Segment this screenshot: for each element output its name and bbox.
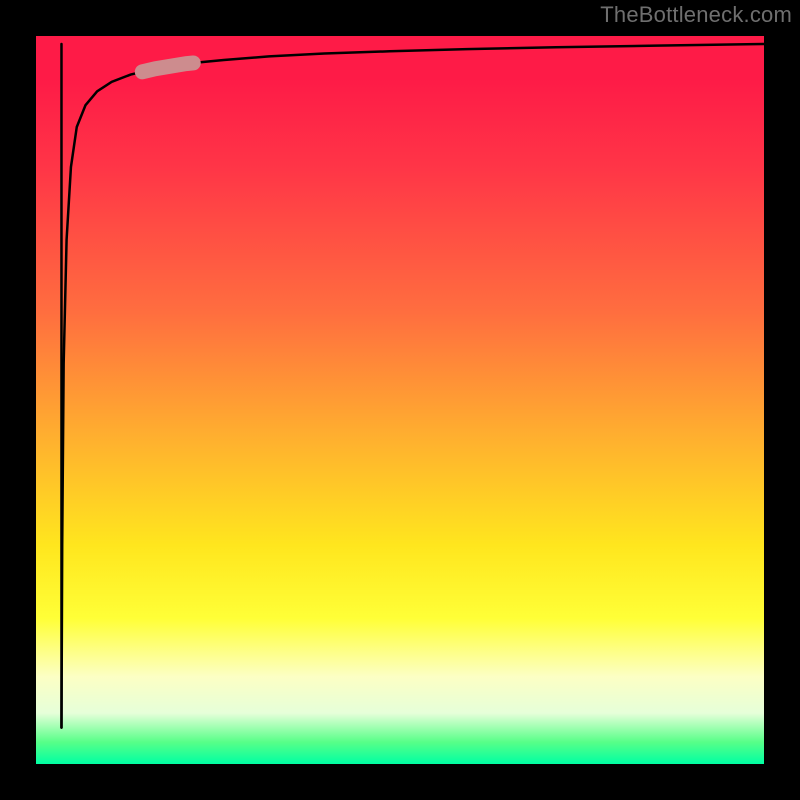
highlight-segment <box>142 63 193 72</box>
chart-frame: TheBottleneck.com <box>0 0 800 800</box>
attribution-text: TheBottleneck.com <box>600 2 792 28</box>
bottleneck-curve-path <box>61 44 764 728</box>
curve-svg <box>36 36 764 764</box>
plot-area <box>36 36 764 764</box>
